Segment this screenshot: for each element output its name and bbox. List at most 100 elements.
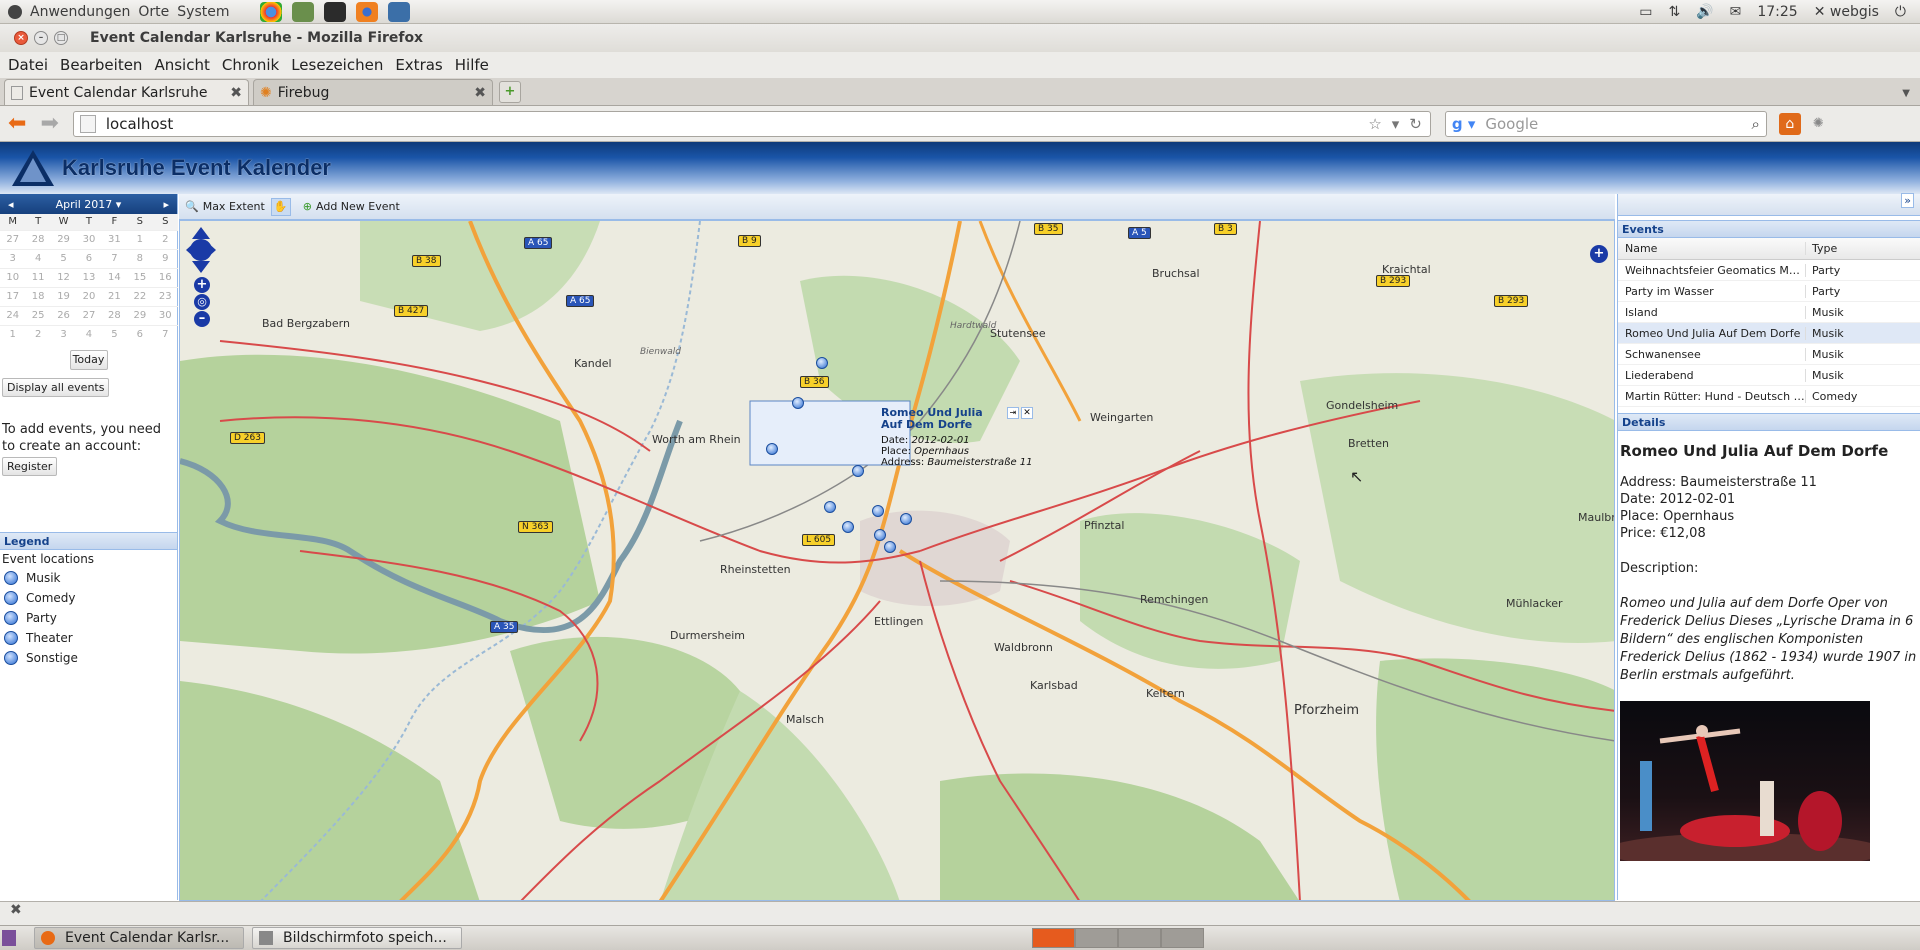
workspace-3[interactable] bbox=[1118, 928, 1161, 948]
search-icon[interactable]: ⌕ bbox=[1751, 115, 1759, 133]
taskbar-screenshot-window[interactable]: Bildschirmfoto speich... bbox=[252, 927, 462, 949]
back-button[interactable]: ⬅ bbox=[8, 111, 26, 136]
calendar-day[interactable]: 20 bbox=[76, 286, 102, 306]
calendar-day[interactable]: 2 bbox=[152, 229, 178, 249]
calendar-day[interactable]: 23 bbox=[152, 286, 178, 306]
calendar-day[interactable]: 25 bbox=[25, 305, 51, 325]
user-menu[interactable]: ✕ webgis bbox=[1814, 4, 1879, 20]
column-type[interactable]: Type bbox=[1806, 242, 1896, 255]
add-event-button[interactable]: ⊕ Add New Event bbox=[303, 200, 400, 213]
calendar-day[interactable]: 28 bbox=[101, 305, 128, 325]
network-icon[interactable]: ⇅ bbox=[1668, 4, 1680, 20]
popup-pin-icon[interactable]: ⇥ bbox=[1007, 407, 1019, 419]
today-button[interactable]: Today bbox=[69, 350, 108, 370]
tab-close-icon[interactable]: ✖ bbox=[230, 85, 242, 101]
event-popup[interactable]: Romeo Und Julia Auf Dem Dorfe ⇥ ✕ Date: … bbox=[877, 405, 1037, 468]
firefox-launcher-icon[interactable] bbox=[355, 1, 378, 22]
calendar-day[interactable]: 7 bbox=[152, 324, 178, 344]
event-row[interactable]: Romeo Und Julia Auf Dem Dorfe Musik bbox=[1618, 323, 1920, 344]
event-marker-icon[interactable] bbox=[884, 541, 896, 553]
bookmark-star-icon[interactable]: ☆ bbox=[1368, 115, 1381, 133]
menu-chronik[interactable]: Chronik bbox=[222, 56, 279, 74]
event-marker-icon[interactable] bbox=[842, 521, 854, 533]
url-bar[interactable]: localhost ☆ ▾ ↻ bbox=[72, 110, 1431, 137]
layer-switcher-button[interactable]: + bbox=[1590, 245, 1608, 263]
calendar-day[interactable]: 30 bbox=[152, 305, 178, 325]
terminal-launcher-icon[interactable] bbox=[323, 1, 346, 22]
calendar-day[interactable]: 15 bbox=[127, 267, 153, 287]
pan-control[interactable] bbox=[186, 227, 216, 273]
column-name[interactable]: Name bbox=[1618, 242, 1806, 255]
event-marker-icon[interactable] bbox=[824, 501, 836, 513]
calendar-day[interactable]: 6 bbox=[76, 248, 102, 268]
calendar-day[interactable]: 18 bbox=[25, 286, 51, 306]
prev-month-icon[interactable]: ◂ bbox=[8, 198, 14, 211]
calendar-day[interactable]: 10 bbox=[0, 267, 26, 287]
menu-ansicht[interactable]: Ansicht bbox=[154, 56, 209, 74]
taskbar-firefox-window[interactable]: Event Calendar Karlsr... bbox=[34, 927, 244, 949]
menu-applications[interactable]: Anwendungen bbox=[30, 4, 130, 20]
window-close-button[interactable]: × bbox=[14, 31, 28, 45]
calendar-day[interactable]: 13 bbox=[76, 267, 102, 287]
calendar-day[interactable]: 19 bbox=[50, 286, 77, 306]
calendar-day[interactable]: 26 bbox=[50, 305, 77, 325]
calendar-day[interactable]: 14 bbox=[101, 267, 128, 287]
calendar-day[interactable]: 28 bbox=[25, 229, 51, 249]
menu-hilfe[interactable]: Hilfe bbox=[455, 56, 489, 74]
status-close-icon[interactable]: ✖ bbox=[10, 902, 22, 918]
month-selector[interactable]: April 2017 ▾ bbox=[56, 198, 122, 211]
window-minimize-button[interactable]: – bbox=[34, 31, 48, 45]
site-identity-icon[interactable] bbox=[79, 114, 96, 133]
calendar-day[interactable]: 17 bbox=[0, 286, 26, 306]
calendar-day[interactable]: 16 bbox=[152, 267, 178, 287]
calendar-day[interactable]: 1 bbox=[0, 324, 26, 344]
collapse-panel-icon[interactable]: » bbox=[1901, 193, 1914, 208]
display-all-events-button[interactable]: Display all events bbox=[2, 378, 110, 397]
calendar-day[interactable]: 6 bbox=[127, 324, 153, 344]
event-marker-icon[interactable] bbox=[852, 465, 864, 477]
settings-launcher-icon[interactable] bbox=[291, 1, 314, 22]
battery-icon[interactable]: ▭ bbox=[1639, 4, 1652, 20]
menu-places[interactable]: Orte bbox=[138, 4, 169, 20]
event-marker-icon[interactable] bbox=[816, 357, 828, 369]
menu-datei[interactable]: Datei bbox=[8, 56, 48, 74]
event-marker-icon[interactable] bbox=[766, 443, 778, 455]
show-desktop-icon[interactable] bbox=[2, 930, 16, 946]
reload-icon[interactable]: ↻ bbox=[1409, 115, 1422, 133]
calendar-day[interactable]: 4 bbox=[25, 248, 51, 268]
calendar-day[interactable]: 24 bbox=[0, 305, 26, 325]
next-month-icon[interactable]: ▸ bbox=[163, 198, 169, 211]
zoom-world-icon[interactable]: ◎ bbox=[194, 294, 210, 310]
tab-event-calendar[interactable]: Event Calendar Karlsruhe ✖ bbox=[4, 79, 249, 105]
event-row[interactable]: Liederabend Musik bbox=[1618, 365, 1920, 386]
tab-firebug[interactable]: ✺ Firebug ✖ bbox=[253, 79, 493, 105]
event-marker-icon[interactable] bbox=[872, 505, 884, 517]
calendar-day[interactable]: 3 bbox=[0, 248, 26, 268]
mail-icon[interactable]: ✉ bbox=[1730, 4, 1742, 20]
event-row[interactable]: Weihnachtsfeier Geomatics Master Party bbox=[1618, 260, 1920, 281]
power-icon[interactable]: ⏻ bbox=[1895, 4, 1906, 20]
calendar-day[interactable]: 11 bbox=[25, 267, 51, 287]
zoom-out-button[interactable]: – bbox=[194, 311, 210, 327]
new-tab-button[interactable]: + bbox=[499, 81, 521, 103]
home-button[interactable]: ⌂ bbox=[1778, 112, 1801, 135]
zoom-in-button[interactable]: + bbox=[194, 277, 210, 293]
forward-button[interactable]: ➡ bbox=[40, 111, 58, 136]
calendar-day[interactable]: 3 bbox=[50, 324, 77, 344]
calendar-day[interactable]: 7 bbox=[101, 248, 128, 268]
calendar-day[interactable]: 31 bbox=[101, 229, 128, 249]
event-row[interactable]: Party im Wasser Party bbox=[1618, 281, 1920, 302]
event-row[interactable]: Island Musik bbox=[1618, 302, 1920, 323]
tab-close-icon[interactable]: ✖ bbox=[474, 85, 486, 101]
calendar-day[interactable]: 22 bbox=[127, 286, 153, 306]
map-view[interactable]: + ◎ – + Bad Bergzabern Kandel Worth am Rhe… bbox=[179, 220, 1615, 901]
clock[interactable]: 17:25 bbox=[1757, 4, 1797, 20]
calendar-day[interactable]: 1 bbox=[127, 229, 153, 249]
menu-lesezeichen[interactable]: Lesezeichen bbox=[291, 56, 383, 74]
event-row[interactable]: Martin Rütter: Hund - Deutsch / D... Come… bbox=[1618, 386, 1920, 407]
event-row[interactable]: Schwanensee Musik bbox=[1618, 344, 1920, 365]
calendar-day[interactable]: 12 bbox=[50, 267, 77, 287]
google-icon[interactable]: g ▾ bbox=[1452, 115, 1476, 133]
map-canvas[interactable] bbox=[180, 221, 1615, 901]
ubuntu-logo-icon[interactable] bbox=[8, 4, 22, 19]
